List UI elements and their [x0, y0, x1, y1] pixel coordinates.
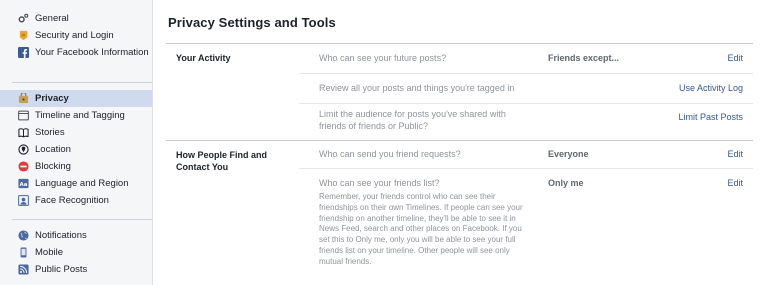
book-icon	[18, 127, 29, 138]
rss-icon	[18, 264, 29, 275]
sidebar-item-label: Face Recognition	[35, 195, 109, 206]
language-icon: Aa	[18, 178, 29, 189]
setting-row-friend-requests[interactable]: Who can send you friend requests? Everyo…	[299, 141, 753, 169]
globe-icon	[18, 230, 29, 241]
setting-question: Review all your posts and things you're …	[319, 83, 515, 93]
sidebar-item-label: Mobile	[35, 247, 63, 258]
sidebar-item-label: Timeline and Tagging	[35, 110, 125, 121]
sidebar-item-label: Privacy	[35, 93, 69, 104]
sidebar-item-security-and-login[interactable]: Security and Login	[0, 27, 152, 44]
sidebar-group-account: General Security and Login Your Facebook…	[0, 10, 152, 72]
sidebar-item-public-posts[interactable]: Public Posts	[0, 261, 152, 278]
section-title: Your Activity	[176, 53, 231, 63]
sidebar-item-label: Notifications	[35, 230, 87, 241]
sidebar-item-location[interactable]: Location	[0, 141, 152, 158]
sidebar-divider	[12, 219, 152, 220]
sidebar-item-label: Your Facebook Information	[35, 47, 149, 58]
sidebar-item-blocking[interactable]: Blocking	[0, 158, 152, 175]
sidebar-item-privacy[interactable]: Privacy	[0, 90, 152, 107]
gear-icon	[18, 13, 29, 24]
edit-link[interactable]: Edit	[727, 178, 743, 190]
setting-value: Everyone	[548, 149, 589, 159]
sidebar-divider	[12, 82, 152, 83]
limit-past-posts-link[interactable]: Limit Past Posts	[678, 112, 743, 124]
privacy-lock-icon	[18, 93, 29, 104]
setting-row-review-posts[interactable]: Review all your posts and things you're …	[299, 74, 753, 104]
setting-question: Who can see your friends list?	[319, 178, 440, 188]
setting-value: Only me	[548, 178, 584, 188]
setting-row-friends-list[interactable]: Who can see your friends list? Only me E…	[299, 169, 753, 279]
sidebar-item-language-and-region[interactable]: Aa Language and Region	[0, 175, 152, 192]
sidebar-item-timeline-and-tagging[interactable]: Timeline and Tagging	[0, 107, 152, 124]
main-content: Privacy Settings and Tools Your Activity…	[153, 0, 768, 285]
sidebar-item-your-facebook-information[interactable]: Your Facebook Information	[0, 44, 152, 72]
sidebar-item-label: Public Posts	[35, 264, 88, 275]
sidebar-item-stories[interactable]: Stories	[0, 124, 152, 141]
section-your-activity: Your Activity Who can see your future po…	[166, 43, 753, 140]
sidebar-item-face-recognition[interactable]: Face Recognition	[0, 192, 152, 209]
setting-row-limit-past-posts[interactable]: Limit the audience for posts you've shar…	[299, 104, 753, 140]
timeline-icon	[18, 110, 29, 121]
setting-value: Friends except...	[548, 53, 620, 63]
badge-icon	[18, 30, 29, 41]
sidebar-item-label: Language and Region	[35, 178, 129, 189]
setting-row-future-posts[interactable]: Who can see your future posts? Friends e…	[299, 44, 753, 74]
setting-question: Who can see your future posts?	[319, 53, 447, 63]
setting-question: Limit the audience for posts you've shar…	[319, 109, 506, 131]
face-recognition-icon	[18, 195, 29, 206]
sidebar-item-notifications[interactable]: Notifications	[0, 227, 152, 244]
blocking-icon	[18, 161, 29, 172]
sidebar-group-privacy: Privacy Timeline and Tagging Stories Loc…	[0, 90, 152, 209]
facebook-icon	[18, 47, 29, 58]
sidebar-item-label: Location	[35, 144, 71, 155]
location-icon	[18, 144, 29, 155]
section-title: How People Find and Contact You	[176, 150, 268, 172]
sidebar-item-mobile[interactable]: Mobile	[0, 244, 152, 261]
setting-question: Who can send you friend requests?	[319, 149, 461, 159]
settings-sidebar: General Security and Login Your Facebook…	[0, 0, 153, 285]
sidebar-item-general[interactable]: General	[0, 10, 152, 27]
svg-text:Aa: Aa	[19, 182, 27, 188]
sidebar-item-label: Stories	[35, 127, 65, 138]
sidebar-item-label: General	[35, 13, 69, 24]
sidebar-item-label: Security and Login	[35, 30, 114, 41]
use-activity-log-link[interactable]: Use Activity Log	[679, 83, 743, 95]
page-title: Privacy Settings and Tools	[168, 15, 336, 30]
mobile-icon	[18, 247, 29, 258]
edit-link[interactable]: Edit	[727, 149, 743, 161]
setting-description: Remember, your friends control who can s…	[319, 192, 523, 266]
section-how-people-find-you: How People Find and Contact You Who can …	[166, 140, 753, 280]
sidebar-group-notifications: Notifications Mobile Public Posts	[0, 227, 152, 278]
sidebar-item-label: Blocking	[35, 161, 71, 172]
edit-link[interactable]: Edit	[727, 53, 743, 65]
